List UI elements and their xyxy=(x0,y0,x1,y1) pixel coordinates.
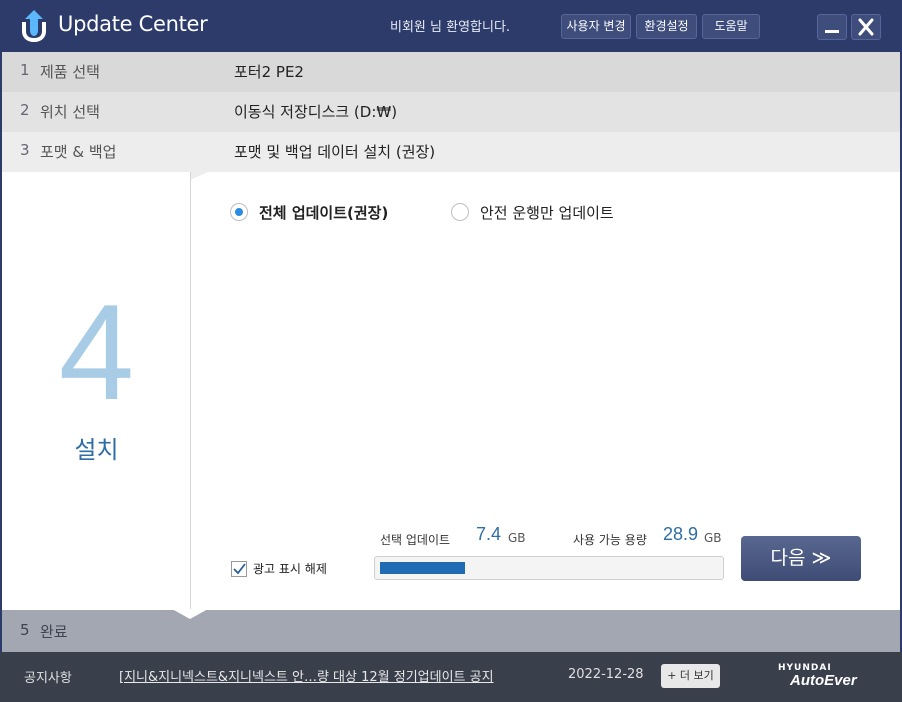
step-number: 3 xyxy=(20,141,30,159)
step-product-select[interactable]: 1 제품 선택 포터2 PE2 xyxy=(2,52,900,100)
update-center-logo-icon xyxy=(22,10,46,42)
welcome-text: 비회원 님 환영합니다. xyxy=(390,20,511,35)
step-value: 이동식 저장디스크 (D:₩) xyxy=(234,103,398,121)
more-button[interactable]: + 더 보기 xyxy=(661,664,720,688)
full-update-radio[interactable] xyxy=(230,203,248,221)
step-label: 제품 선택 xyxy=(40,63,100,81)
notice-footer: 공지사항 [지니&지니넥스트&지니넥스트 안…량 대상 12월 정기업데이트 공… xyxy=(0,652,902,702)
selected-update-unit: GB xyxy=(508,531,526,545)
notice-title: 공지사항 xyxy=(24,671,72,686)
step-label: 위치 선택 xyxy=(40,103,100,121)
minimize-icon xyxy=(825,30,839,33)
title-bar: Update Center 비회원 님 환영합니다. 사용자 변경 환경설정 도… xyxy=(0,0,902,52)
available-space-label: 사용 가능 용량 xyxy=(573,533,647,547)
step-format-backup[interactable]: 3 포맷 & 백업 포맷 및 백업 데이터 설치 (권장) xyxy=(2,132,900,180)
ad-disable-option[interactable]: 광고 표시 해제 xyxy=(231,560,327,577)
safety-update-radio[interactable] xyxy=(451,203,469,221)
current-step-panel: 4 설치 xyxy=(2,172,191,610)
full-update-option[interactable]: 전체 업데이트(권장) xyxy=(230,201,388,223)
capacity-progress-fill xyxy=(380,562,465,574)
checkmark-icon xyxy=(233,562,246,574)
next-button[interactable]: 다음 ≫ xyxy=(741,536,861,581)
close-button[interactable] xyxy=(851,14,881,40)
step-notch xyxy=(172,609,208,619)
full-update-label: 전체 업데이트(권장) xyxy=(259,203,389,222)
step-number: 1 xyxy=(20,61,30,79)
capacity-progress-bar xyxy=(374,556,724,580)
selected-update-label: 선택 업데이트 xyxy=(380,533,451,547)
brand-logo-bottom: AutoEver xyxy=(790,672,857,689)
current-step-number: 4 xyxy=(58,276,135,428)
step-label: 완료 xyxy=(40,623,68,641)
available-space-value: 28.9 xyxy=(663,524,699,544)
content-area: 1 제품 선택 포터2 PE2 2 위치 선택 이동식 저장디스크 (D:₩) … xyxy=(2,52,900,652)
update-center-window: Update Center 비회원 님 환영합니다. 사용자 변경 환경설정 도… xyxy=(0,0,902,702)
notice-date: 2022-12-28 xyxy=(568,667,644,682)
step-value: 포터2 PE2 xyxy=(234,63,304,81)
app-title: Update Center xyxy=(58,12,208,36)
step-number: 2 xyxy=(20,101,30,119)
notice-link[interactable]: [지니&지니넥스트&지니넥스트 안…량 대상 12월 정기업데이트 공지 xyxy=(119,666,494,685)
step-value: 포맷 및 백업 데이터 설치 (권장) xyxy=(234,143,436,161)
user-change-button[interactable]: 사용자 변경 xyxy=(561,14,631,39)
step-number: 5 xyxy=(20,621,30,639)
settings-button[interactable]: 환경설정 xyxy=(636,14,697,39)
step-complete: 5 완료 xyxy=(2,609,900,652)
current-step-label: 설치 xyxy=(74,436,119,464)
step-label: 포맷 & 백업 xyxy=(40,143,117,161)
step-location-select[interactable]: 2 위치 선택 이동식 저장디스크 (D:₩) xyxy=(2,92,900,140)
help-button[interactable]: 도움말 xyxy=(702,14,760,39)
minimize-button[interactable] xyxy=(817,14,847,40)
ad-disable-checkbox[interactable] xyxy=(231,560,247,577)
safety-update-option[interactable]: 안전 운행만 업데이트 xyxy=(451,201,614,223)
ad-disable-label: 광고 표시 해제 xyxy=(253,562,327,576)
available-space-unit: GB xyxy=(704,531,722,545)
safety-update-label: 안전 운행만 업데이트 xyxy=(480,203,614,222)
close-icon xyxy=(858,18,874,36)
selected-update-value: 7.4 xyxy=(476,524,502,544)
